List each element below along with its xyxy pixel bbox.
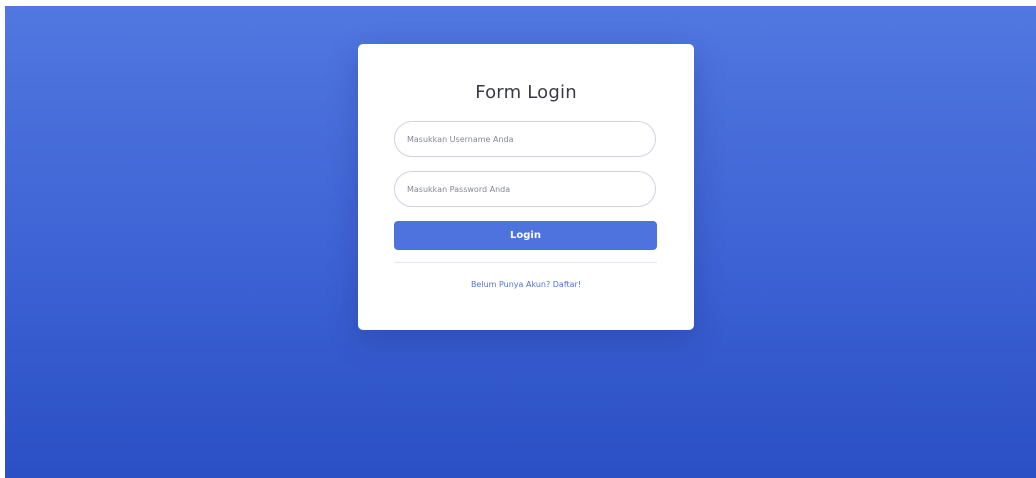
divider bbox=[394, 262, 657, 263]
page-background: Form Login Login Belum Punya Akun? Dafta… bbox=[5, 6, 1036, 478]
password-input[interactable] bbox=[394, 171, 656, 207]
login-card: Form Login Login Belum Punya Akun? Dafta… bbox=[358, 44, 694, 330]
register-link[interactable]: Belum Punya Akun? Daftar! bbox=[358, 280, 694, 289]
login-button[interactable]: Login bbox=[394, 221, 657, 250]
username-input[interactable] bbox=[394, 121, 656, 157]
form-title: Form Login bbox=[475, 82, 577, 103]
